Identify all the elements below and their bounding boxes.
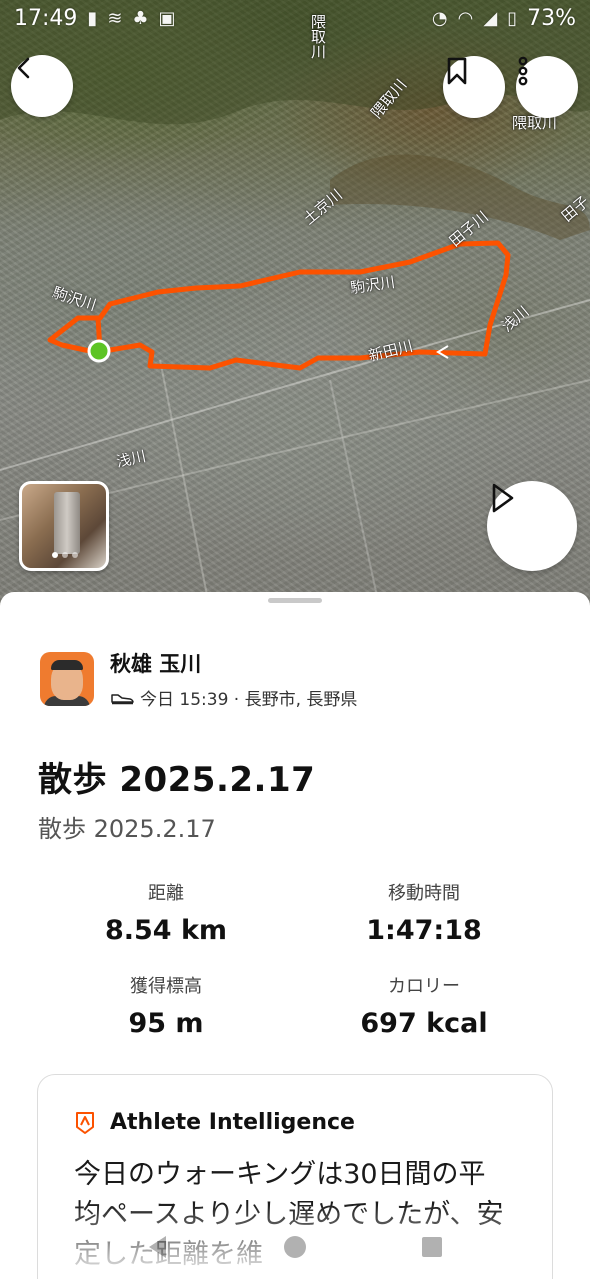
bookmark-button[interactable] [443, 56, 505, 118]
stat-value: 95 m [128, 1008, 204, 1039]
stat-label: 移動時間 [388, 883, 460, 904]
wifi-icon: ◠ [457, 7, 474, 29]
battery-icon: ▯ [507, 7, 518, 29]
river-label: 隈取川 [309, 14, 327, 59]
route-map[interactable]: 17:49 ▮ ≋ ♣ ▣ ◔ ◠ ◢ ▯ 73% 隈取川 隈取川 隈取川 土京… [0, 0, 590, 610]
notification-icon: ♣ [132, 7, 149, 29]
battery-percent: 73% [527, 5, 576, 31]
stat-value: 697 kcal [360, 1008, 488, 1039]
activity-meta-text: 今日 15:39 · 長野市, 長野県 [140, 690, 358, 710]
stat-elevation-gain: 獲得標高 95 m [51, 972, 281, 1039]
avatar[interactable] [40, 652, 94, 706]
nav-back-icon [149, 1235, 167, 1258]
stat-label: 獲得標高 [130, 976, 202, 997]
stat-label: カロリー [388, 976, 460, 997]
sim-icon: ▮ [87, 7, 98, 29]
nav-back-button[interactable] [138, 1227, 178, 1267]
shoe-icon [111, 693, 134, 704]
nav-recents-icon [421, 1236, 442, 1257]
image-icon: ▣ [158, 7, 176, 29]
status-bar: 17:49 ▮ ≋ ♣ ▣ ◔ ◠ ◢ ▯ 73% [0, 0, 590, 36]
alarm-icon: ◔ [431, 7, 448, 29]
athlete-intelligence-title: Athlete Intelligence [110, 1110, 355, 1135]
nav-home-icon [283, 1235, 306, 1258]
system-nav-bar [0, 1214, 590, 1279]
stat-value: 8.54 km [104, 915, 228, 946]
activity-description: 散歩 2025.2.17 [38, 815, 216, 843]
activity-title: 散歩 2025.2.17 [38, 760, 316, 800]
more-icon [518, 56, 528, 86]
route-line [47, 240, 511, 371]
activity-meta: 今日 15:39 · 長野市, 長野県 [110, 685, 357, 710]
signal-icon: ≋ [107, 7, 123, 29]
stat-distance: 距離 8.54 km [51, 879, 281, 946]
mobile-signal-icon: ◢ [483, 7, 498, 29]
activity-sheet: 秋雄 玉川 今日 15:39 · 長野市, 長野県 散歩 2025.2.17 散… [0, 592, 590, 1279]
play-flyover-button[interactable] [487, 481, 577, 571]
stat-calories: カロリー 697 kcal [309, 972, 539, 1039]
play-icon [492, 483, 514, 513]
back-icon [17, 57, 30, 79]
athlete-intelligence-icon [76, 1111, 94, 1134]
stat-value: 1:47:18 [366, 915, 482, 946]
sheet-drag-handle[interactable] [268, 598, 322, 603]
status-time: 17:49 [14, 5, 78, 31]
nav-home-button[interactable] [275, 1227, 315, 1267]
athlete-name[interactable]: 秋雄 玉川 [110, 648, 357, 678]
thumbnail-image [54, 492, 80, 554]
photo-thumbnail[interactable] [19, 481, 109, 571]
athlete-header[interactable]: 秋雄 玉川 今日 15:39 · 長野市, 長野県 [40, 648, 357, 710]
nav-recents-button[interactable] [412, 1227, 452, 1267]
stat-moving-time: 移動時間 1:47:18 [309, 879, 539, 946]
start-marker [87, 339, 111, 363]
photo-pager [52, 552, 78, 558]
back-button[interactable] [11, 55, 73, 117]
bookmark-icon [447, 57, 467, 85]
stat-label: 距離 [148, 883, 184, 904]
more-options-button[interactable] [516, 56, 578, 118]
